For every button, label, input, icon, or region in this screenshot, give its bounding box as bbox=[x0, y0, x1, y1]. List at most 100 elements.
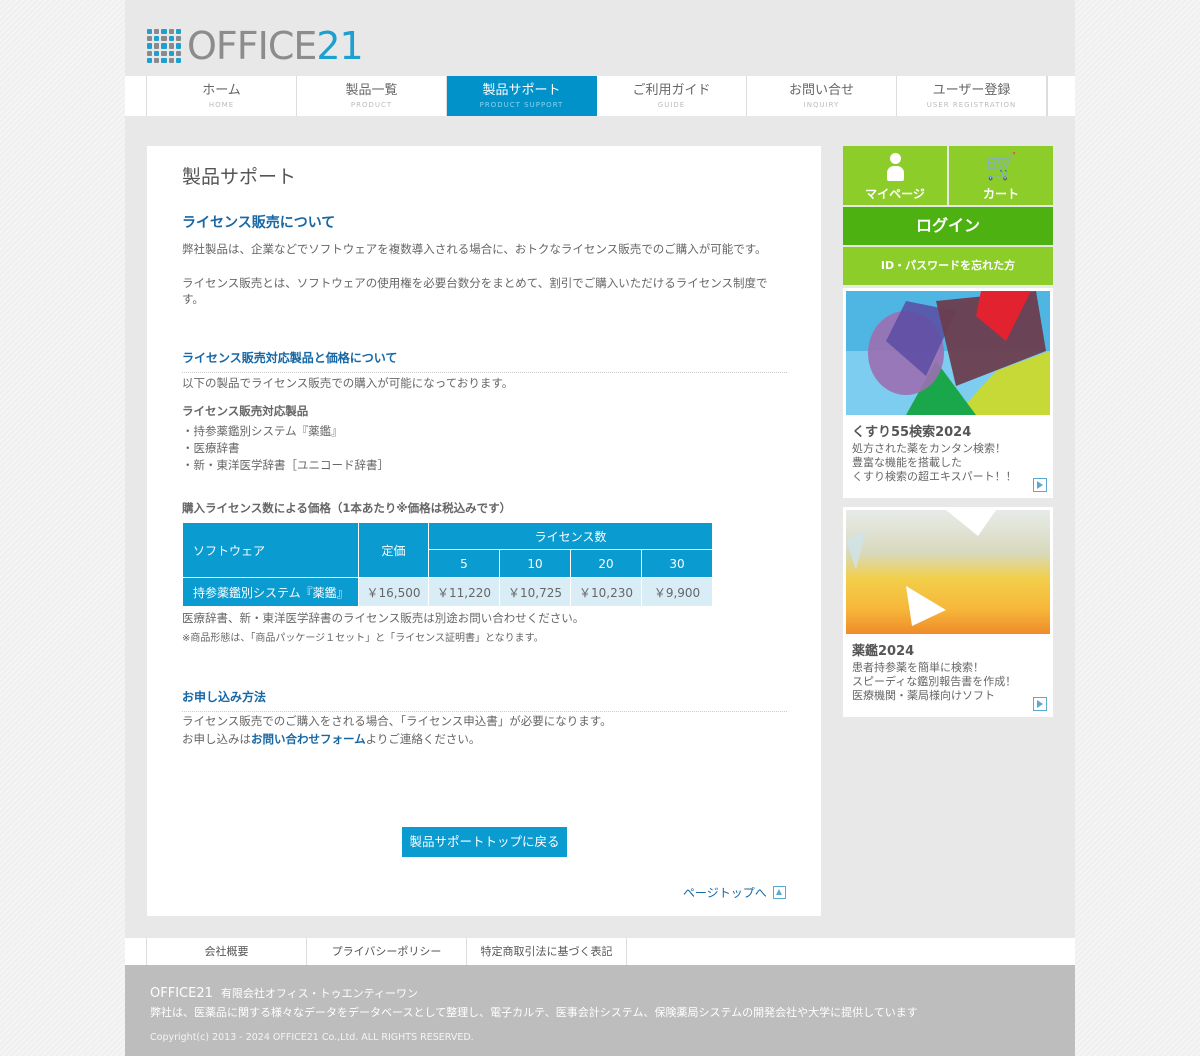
footer-link-commerce-law[interactable]: 特定商取引法に基づく表記 bbox=[467, 938, 627, 965]
price-table: ソフトウェア 定価 ライセンス数 5 10 20 30 持参薬鑑別システム『薬鑑… bbox=[182, 522, 713, 607]
mypage-button[interactable]: マイページ bbox=[843, 146, 947, 205]
global-nav: ホーム HOME 製品一覧 PRODUCT 製品サポート PRODUCT SUPPOR… bbox=[125, 76, 1075, 116]
nav-item-product[interactable]: 製品一覧 PRODUCT bbox=[297, 76, 447, 116]
nav-edge-left bbox=[125, 76, 147, 116]
table-cell-value: ￥9,900 bbox=[641, 577, 713, 607]
arrow-up-icon bbox=[772, 886, 786, 899]
nav-edge-right bbox=[1047, 76, 1075, 116]
nav-item-guide[interactable]: ご利用ガイド GUIDE bbox=[597, 76, 747, 116]
table-cell-value: ￥11,220 bbox=[428, 577, 500, 607]
products-heading: ライセンス販売対応製品と価格について bbox=[182, 349, 787, 373]
nav-sublabel: USER REGISTRATION bbox=[926, 101, 1017, 109]
table-header-price: 定価 bbox=[358, 522, 429, 578]
logo-text: OFFICE21 bbox=[187, 24, 364, 68]
nav-item-home[interactable]: ホーム HOME bbox=[147, 76, 297, 116]
intro-paragraph-1: 弊社製品は、企業などでソフトウェアを複数導入される場合に、おトクなライセンス販売… bbox=[182, 242, 767, 256]
site-logo[interactable]: OFFICE21 bbox=[147, 24, 364, 68]
page-top-label: ページトップへ bbox=[683, 886, 767, 900]
table-row: 持参薬鑑別システム『薬鑑』 ￥16,500 ￥11,220 ￥10,725 ￥1… bbox=[182, 577, 713, 607]
cart-button[interactable]: 🛒 カート bbox=[949, 146, 1053, 205]
table-cell-list-price: ￥16,500 bbox=[358, 577, 429, 607]
table-header-qty: 20 bbox=[570, 549, 642, 578]
apply-text: よりご連絡ください。 bbox=[365, 732, 481, 746]
logo-mark-icon bbox=[147, 29, 181, 63]
nav-sublabel: GUIDE bbox=[657, 101, 686, 109]
apply-paragraph-1: ライセンス販売でのご購入をされる場合、「ライセンス申込書」が必要になります。 bbox=[182, 714, 612, 728]
back-to-support-button[interactable]: 製品サポートトップに戻る bbox=[402, 827, 567, 857]
card-desc-line: 処方された薬をカンタン検索！ bbox=[852, 442, 1006, 455]
nav-item-inquiry[interactable]: お問い合せ INQUIRY bbox=[747, 76, 897, 116]
product-card-kusuri55[interactable]: くすり55検索2024 処方された薬をカンタン検索！ 豊富な機能を搭載した くす… bbox=[843, 288, 1053, 498]
footer-company: OFFICE21 有限会社オフィス・トゥエンティーワン bbox=[150, 985, 418, 1001]
arrow-right-icon bbox=[1033, 697, 1047, 711]
main-content: 製品サポート ライセンス販売について 弊社製品は、企業などでソフトウェアを複数導… bbox=[147, 146, 821, 916]
nav-label: ユーザー登録 bbox=[932, 83, 1011, 98]
nav-label: お問い合せ bbox=[788, 83, 854, 98]
yakkan-banner-image bbox=[846, 510, 1050, 634]
list-item: ・持参薬鑑別システム『薬鑑』 bbox=[182, 424, 343, 438]
intro-paragraph-2: ライセンス販売とは、ソフトウェアの使用権を必要台数分をまとめて、割引でご購入いた… bbox=[182, 276, 768, 306]
footer-company-name: 有限会社オフィス・トゥエンティーワン bbox=[220, 987, 418, 1000]
mypage-label: マイページ bbox=[865, 187, 925, 201]
page-wrapper: OFFICE21 ホーム HOME 製品一覧 PRODUCT 製品サポート PRODU… bbox=[125, 0, 1075, 1056]
login-button[interactable]: ログイン bbox=[843, 207, 1053, 245]
card-description: 処方された薬をカンタン検索！ 豊富な機能を搭載した くすり検索の超エキスパート！… bbox=[852, 442, 1037, 484]
cart-label: カート bbox=[982, 187, 1019, 201]
arrow-right-icon bbox=[1033, 478, 1047, 492]
card-title: 薬鑑2024 bbox=[852, 644, 915, 659]
note-package: ※商品形態は、「商品パッケージ１セット」と「ライセンス証明書」となります。 bbox=[182, 633, 544, 644]
page-title: 製品サポート bbox=[182, 166, 297, 188]
card-desc-line: 患者持参薬を簡単に検索！ bbox=[852, 661, 984, 674]
page-top-link[interactable]: ページトップへ bbox=[683, 884, 786, 901]
nav-label: ご利用ガイド bbox=[632, 83, 711, 98]
list-item: ・医療辞書 bbox=[182, 441, 240, 455]
products-list: ・持参薬鑑別システム『薬鑑』 ・医療辞書 ・新・東洋医学辞書［ユニコード辞書］ bbox=[182, 423, 389, 474]
nav-label: 製品一覧 bbox=[345, 83, 398, 98]
footer-description: 弊社は、医薬品に関する様々なデータをデータベースとして整理し、電子カルテ、医事会… bbox=[150, 1006, 918, 1019]
nav-label: ホーム bbox=[202, 83, 241, 98]
table-header-qty: 30 bbox=[641, 549, 713, 578]
sidebar: マイページ 🛒 カート ログイン ID・パスワードを忘れた方 くすり55検索20… bbox=[843, 146, 1053, 717]
card-title: くすり55検索2024 bbox=[852, 425, 972, 440]
product-card-yakkan[interactable]: 薬鑑2024 患者持参薬を簡単に検索！ スピーディな鑑別報告書を作成！ 医療機関… bbox=[843, 507, 1053, 717]
footer-nav-edge bbox=[125, 938, 147, 965]
price-heading: 購入ライセンス数による価格（1本あたり※価格は税込みです） bbox=[182, 501, 512, 515]
table-header-qty: 10 bbox=[499, 549, 571, 578]
nav-sublabel: PRODUCT bbox=[350, 101, 393, 109]
apply-heading: お申し込み方法 bbox=[182, 688, 787, 712]
note-inquiry: 医療辞書、新・東洋医学辞書のライセンス販売は別途お問い合わせください。 bbox=[182, 611, 585, 625]
list-item: ・新・東洋医学辞書［ユニコード辞書］ bbox=[182, 458, 389, 472]
footer-link-privacy[interactable]: プライバシーポリシー bbox=[307, 938, 467, 965]
nav-sublabel: HOME bbox=[208, 101, 235, 109]
card-description: 患者持参薬を簡単に検索！ スピーディな鑑別報告書を作成！ 医療機関・薬局様向けソ… bbox=[852, 661, 1037, 703]
cart-icon: 🛒 bbox=[985, 152, 1018, 182]
card-desc-line: スピーディな鑑別報告書を作成！ bbox=[852, 675, 1017, 688]
card-desc-line: くすり検索の超エキスパート！！ bbox=[852, 470, 1017, 483]
footer-nav: 会社概要 プライバシーポリシー 特定商取引法に基づく表記 bbox=[125, 938, 1075, 965]
user-icon bbox=[887, 153, 904, 183]
inquiry-form-link[interactable]: お問い合わせフォーム bbox=[251, 732, 366, 746]
table-cell-value: ￥10,725 bbox=[499, 577, 571, 607]
apply-paragraph-2: お申し込みはお問い合わせフォームよりご連絡ください。 bbox=[182, 731, 787, 747]
nav-item-user-registration[interactable]: ユーザー登録 USER REGISTRATION bbox=[897, 76, 1047, 116]
nav-item-product-support[interactable]: 製品サポート PRODUCT SUPPORT bbox=[447, 76, 597, 116]
section-title: ライセンス販売について bbox=[182, 215, 336, 231]
footer-bar: OFFICE21 有限会社オフィス・トゥエンティーワン 弊社は、医薬品に関する様々… bbox=[125, 965, 1075, 1056]
table-header-license: ライセンス数 bbox=[428, 522, 713, 550]
nav-label: 製品サポート bbox=[482, 83, 561, 98]
products-subheading: ライセンス販売対応製品 bbox=[182, 404, 309, 418]
table-cell-product: 持参薬鑑別システム『薬鑑』 bbox=[182, 577, 359, 607]
table-header-software: ソフトウェア bbox=[182, 522, 359, 578]
copyright: Copyright(c) 2013 - 2024 OFFICE21 Co.,Lt… bbox=[150, 1032, 474, 1043]
sidebar-account-links: マイページ 🛒 カート bbox=[843, 146, 1053, 205]
footer-brand: OFFICE21 bbox=[150, 986, 213, 1001]
table-cell-value: ￥10,230 bbox=[570, 577, 642, 607]
products-lead: 以下の製品でライセンス販売での購入が可能になっております。 bbox=[182, 376, 514, 390]
table-header-qty: 5 bbox=[428, 549, 500, 578]
forgot-password-link[interactable]: ID・パスワードを忘れた方 bbox=[843, 247, 1053, 285]
kusuri55-banner-image bbox=[846, 291, 1050, 415]
nav-sublabel: INQUIRY bbox=[803, 101, 840, 109]
apply-text: お申し込みは bbox=[182, 732, 251, 746]
footer-link-company[interactable]: 会社概要 bbox=[147, 938, 307, 965]
card-desc-line: 医療機関・薬局様向けソフト bbox=[852, 689, 995, 702]
